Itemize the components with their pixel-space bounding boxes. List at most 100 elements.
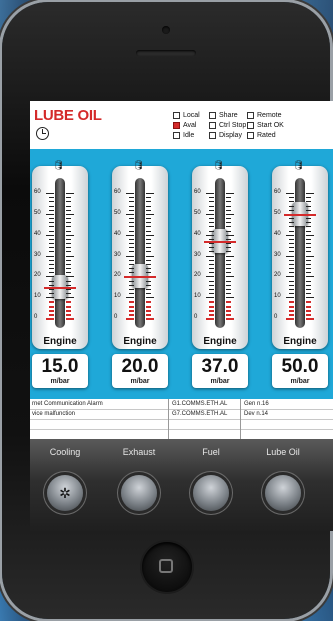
scale-tick <box>129 272 134 274</box>
scale-tick <box>146 309 151 312</box>
status-local[interactable]: Local <box>173 112 200 119</box>
scale-tick <box>306 218 311 219</box>
scale-tick <box>226 280 231 282</box>
scale-tick <box>66 243 71 244</box>
scale-tick <box>226 255 234 257</box>
scale-tick <box>66 288 71 290</box>
alarm-tag: G7.COMMS.ETH.AL <box>172 411 228 417</box>
scale-tick <box>146 193 154 194</box>
scale-tick <box>146 301 151 304</box>
status-remote[interactable]: Remote <box>247 112 282 119</box>
checkbox-ctrl-stop[interactable] <box>209 122 216 129</box>
gauge-card: 🛢 Engine 60 50 40 30 20 10 0 <box>32 160 88 349</box>
status-aval[interactable]: Aval <box>173 122 197 129</box>
scale-label: 40 <box>114 230 121 237</box>
alarm-message: rnet Communication Alarm <box>32 401 103 407</box>
fuel-button[interactable] <box>193 475 229 511</box>
status-start-ok[interactable]: Start OK <box>247 122 284 129</box>
scale-tick <box>49 305 54 308</box>
status-idle[interactable]: Idle <box>173 132 194 139</box>
cooling-button[interactable]: ✲ <box>47 475 83 511</box>
checkbox-rated[interactable] <box>247 132 254 139</box>
checkbox-share[interactable] <box>209 112 216 119</box>
scale-tick <box>66 259 71 261</box>
scale-tick <box>49 238 54 240</box>
home-button[interactable] <box>142 542 192 592</box>
checkbox-display[interactable] <box>209 132 216 139</box>
checkbox-start-ok[interactable] <box>247 122 254 129</box>
scale-label: 40 <box>34 230 41 237</box>
scale-tick <box>49 251 54 253</box>
column-divider <box>240 399 241 439</box>
scale-tick <box>226 272 231 274</box>
scale-tick <box>129 201 134 203</box>
checkbox-remote[interactable] <box>247 112 254 119</box>
gauge-value: 15.0 <box>41 356 79 377</box>
scale-tick <box>209 263 214 265</box>
alarm-source: Dev n.14 <box>244 411 269 417</box>
scale-tick <box>289 305 294 308</box>
checkbox-idle[interactable] <box>173 132 180 139</box>
scale-tick <box>66 297 74 299</box>
gauge-unit: m/bar <box>130 378 150 385</box>
scale-tick <box>226 259 231 261</box>
scale-tick <box>289 301 294 304</box>
scale-tick <box>306 280 311 282</box>
scale-tick <box>306 293 311 294</box>
status-label: Local <box>183 112 200 119</box>
scale-tick <box>289 309 294 312</box>
scale-tick <box>49 313 54 316</box>
status-label: Rated <box>257 132 276 139</box>
slider-track <box>135 178 145 328</box>
scale-tick <box>146 209 151 211</box>
scale-tick <box>289 293 294 294</box>
scale-tick <box>49 288 54 290</box>
scale-tick <box>126 213 134 215</box>
scale-tick <box>289 251 294 253</box>
status-rated[interactable]: Rated <box>247 132 276 139</box>
exhaust-button[interactable] <box>121 475 157 511</box>
scale-tick <box>129 230 134 232</box>
scale-tick <box>289 243 294 244</box>
scale-tick <box>129 197 134 199</box>
scale-tick <box>49 209 54 211</box>
scale-tick <box>226 226 231 228</box>
control-lube-oil: Lube Oil <box>248 439 318 511</box>
control-label: Cooling <box>49 447 81 457</box>
scale-tick <box>49 226 54 228</box>
scale-tick <box>49 259 54 261</box>
scale-label: 30 <box>194 251 201 258</box>
scale-label: 60 <box>34 189 41 195</box>
checkbox-aval[interactable] <box>173 122 180 129</box>
gauge-label: Engine <box>123 336 157 347</box>
scale-tick <box>226 293 231 294</box>
scale-tick <box>146 263 151 265</box>
scale-label: 0 <box>194 314 198 320</box>
scale-label: 50 <box>114 209 121 216</box>
scale-tick <box>306 284 311 286</box>
scale-tick <box>289 268 294 269</box>
oil-can-icon: 🛢 <box>53 160 65 170</box>
scale-tick <box>306 305 311 308</box>
scale-tick <box>66 197 71 199</box>
scale-tick <box>129 238 134 240</box>
control-label: Fuel <box>202 447 220 457</box>
gauge-card: 🛢 Engine 60 50 40 30 20 10 0 <box>192 160 248 349</box>
scale-tick <box>306 222 311 224</box>
scale-tick <box>66 284 71 286</box>
scale-tick <box>146 255 154 257</box>
scale-tick <box>289 263 294 265</box>
checkbox-local[interactable] <box>173 112 180 119</box>
scale-tick <box>146 313 151 316</box>
scale-tick <box>209 301 214 304</box>
status-share[interactable]: Share <box>209 112 238 119</box>
scale-tick <box>146 197 151 199</box>
scale-tick <box>146 280 151 282</box>
lube-oil-button[interactable] <box>265 475 301 511</box>
camera <box>162 26 170 34</box>
status-ctrl-stop[interactable]: Ctrl Stop <box>209 122 246 129</box>
scale-tick <box>306 259 311 261</box>
scale-tick <box>129 268 134 269</box>
scale-tick <box>49 247 54 249</box>
status-display[interactable]: Display <box>209 132 242 139</box>
